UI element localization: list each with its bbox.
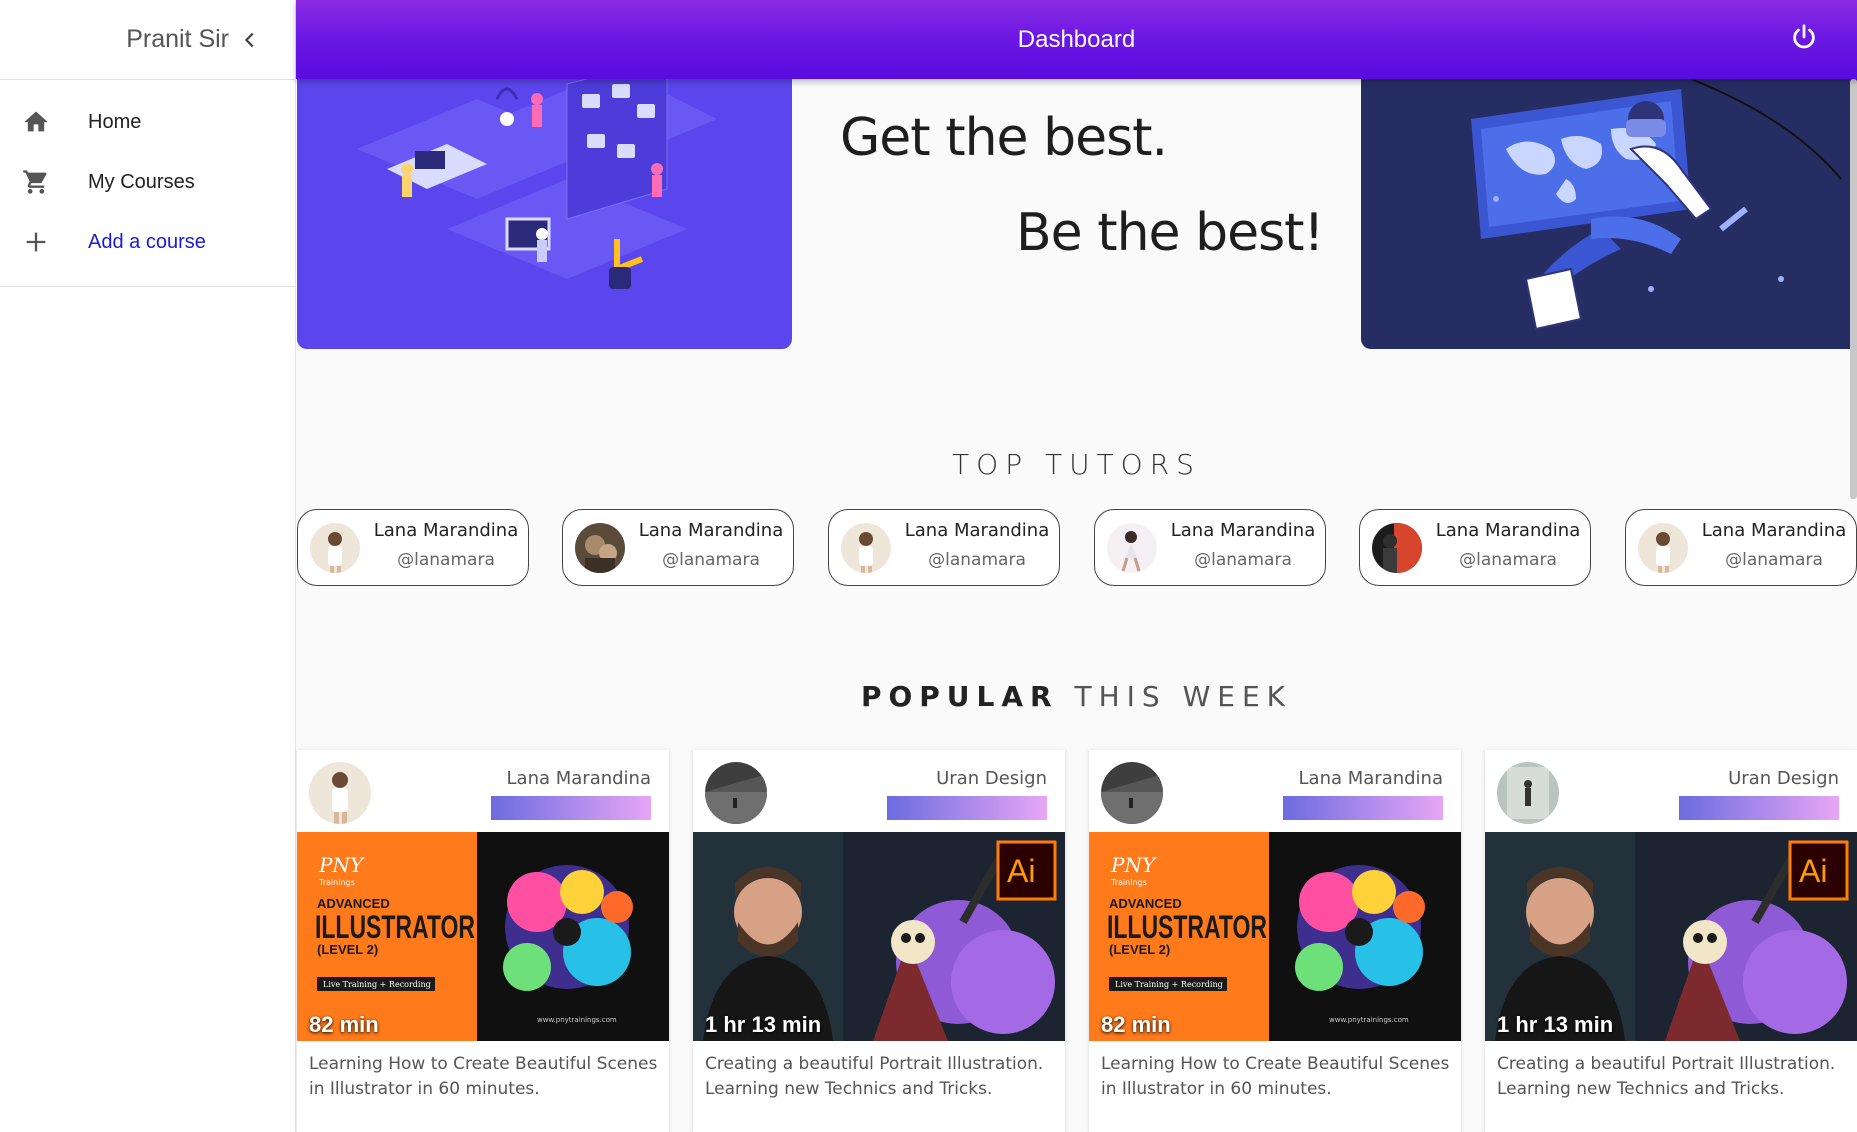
- brand-text: PNY: [1110, 853, 1157, 877]
- course-author: Lana Marandina: [506, 768, 651, 789]
- sidebar-item-label: Home: [88, 110, 142, 133]
- section-title-top-tutors: TOP TUTORS: [952, 448, 1201, 481]
- sidebar-item-label: My Courses: [88, 170, 195, 193]
- course-description: Creating a beautiful Portrait Illustrati…: [1497, 1054, 1836, 1099]
- section-title-popular: POPULAR THIS WEEK: [296, 680, 1857, 713]
- course-author: Uran Design: [936, 768, 1047, 789]
- tutor-card[interactable]: Lana Marandina @lanamara: [1625, 509, 1857, 586]
- tutor-name: Lana Marandina: [1435, 520, 1581, 541]
- avatar: [1101, 762, 1163, 824]
- course-duration: 1 hr 13 min: [1497, 1012, 1614, 1037]
- thumb-level: (LEVEL 2): [317, 942, 378, 957]
- ai-badge: Ai: [1007, 853, 1035, 889]
- course-card[interactable]: Uran Design Ai 1 hr 13 min Creating a be…: [1485, 750, 1857, 1132]
- course-thumbnail[interactable]: PNY Trainings ADVANCED ILLUSTRATOR (LEVE…: [297, 832, 669, 1041]
- tutor-card[interactable]: Lana Marandina @lanamara: [828, 509, 1060, 586]
- avatar: [841, 523, 891, 573]
- tutor-name: Lana Marandina: [373, 520, 519, 541]
- section-title-light: THIS WEEK: [1074, 680, 1293, 713]
- avatar: [309, 762, 371, 824]
- course-description: Creating a beautiful Portrait Illustrati…: [705, 1054, 1044, 1099]
- avatar: [1497, 762, 1559, 824]
- thumb-headline: ILLUSTRATOR: [315, 909, 475, 945]
- home-icon: [0, 108, 88, 136]
- rating-bar: [887, 796, 1047, 820]
- avatar: [310, 523, 360, 573]
- hero-headline-2: Be the best!: [1016, 203, 1324, 263]
- hero-illustration-right: [1361, 79, 1857, 349]
- course-description: Learning How to Create Beautiful Scenes …: [1101, 1054, 1450, 1099]
- tutor-handle: @lanamara: [1725, 550, 1823, 570]
- hero-illustration-left: [297, 79, 792, 349]
- course-card[interactable]: Lana Marandina PNY Trainings ADVANCED IL…: [1089, 750, 1461, 1132]
- thumb-site: www.pnytrainings.com: [537, 1016, 617, 1024]
- tutor-card[interactable]: Lana Marandina @lanamara: [1359, 509, 1591, 586]
- course-thumbnail[interactable]: Ai 1 hr 13 min: [1485, 832, 1857, 1041]
- brand-text: PNY: [318, 853, 365, 877]
- sidebar: Pranit Sir Home My Courses Add a course: [0, 0, 296, 1132]
- thumb-level: (LEVEL 2): [1109, 942, 1170, 957]
- hero-headline-1: Get the best.: [840, 108, 1168, 168]
- tutor-name: Lana Marandina: [638, 520, 784, 541]
- chevron-left-icon[interactable]: [239, 29, 261, 51]
- tutor-name: Lana Marandina: [904, 520, 1050, 541]
- thumb-site: www.pnytrainings.com: [1329, 1016, 1409, 1024]
- tutor-handle: @lanamara: [1459, 550, 1557, 570]
- course-author: Lana Marandina: [1298, 768, 1443, 789]
- sidebar-item-add-course[interactable]: Add a course: [0, 212, 295, 272]
- tutor-handle: @lanamara: [928, 550, 1026, 570]
- tutor-handle: @lanamara: [662, 550, 760, 570]
- user-name: Pranit Sir: [126, 25, 229, 53]
- course-thumbnail[interactable]: Ai 1 hr 13 min: [693, 832, 1065, 1041]
- avatar: [1372, 523, 1422, 573]
- avatar: [1107, 523, 1157, 573]
- course-description: Learning How to Create Beautiful Scenes …: [309, 1054, 658, 1099]
- sidebar-item-label: Add a course: [88, 230, 206, 253]
- rating-bar: [491, 796, 651, 820]
- tutor-name: Lana Marandina: [1701, 520, 1847, 541]
- vr-illustration: [1471, 79, 1842, 331]
- app-bar: Dashboard: [296, 0, 1857, 79]
- course-duration: 82 min: [1101, 1012, 1171, 1037]
- avatar: [1638, 523, 1688, 573]
- sidebar-nav: Home My Courses Add a course: [0, 80, 295, 287]
- plus-icon: [0, 228, 88, 256]
- brand-sub: Trainings: [1110, 878, 1147, 887]
- tutor-handle: @lanamara: [1194, 550, 1292, 570]
- rating-bar: [1283, 796, 1443, 820]
- tutor-card[interactable]: Lana Marandina @lanamara: [1094, 509, 1326, 586]
- course-duration: 82 min: [309, 1012, 379, 1037]
- ai-badge: Ai: [1799, 853, 1827, 889]
- isometric-illustration: [357, 79, 717, 289]
- course-duration: 1 hr 13 min: [705, 1012, 822, 1037]
- course-card[interactable]: Uran Design Ai 1 hr 13 min Creating a be…: [693, 750, 1065, 1132]
- course-card[interactable]: Lana Marandina PNY Trainings ADVANCED IL…: [297, 750, 669, 1132]
- sidebar-item-home[interactable]: Home: [0, 92, 295, 152]
- scrollbar[interactable]: [1850, 79, 1857, 499]
- avatar: [575, 523, 625, 573]
- cart-icon: [0, 168, 88, 196]
- tutor-card[interactable]: Lana Marandina @lanamara: [562, 509, 794, 586]
- power-icon[interactable]: [1789, 22, 1819, 52]
- page-title: Dashboard: [1017, 25, 1136, 53]
- sidebar-header: Pranit Sir: [0, 0, 295, 80]
- rating-bar: [1679, 796, 1839, 820]
- sidebar-item-my-courses[interactable]: My Courses: [0, 152, 295, 212]
- tutor-card[interactable]: Lana Marandina @lanamara: [297, 509, 529, 586]
- tutor-handle: @lanamara: [397, 550, 495, 570]
- section-title-bold: POPULAR: [860, 680, 1059, 713]
- course-thumbnail[interactable]: PNY Trainings ADVANCED ILLUSTRATOR (LEVE…: [1089, 832, 1461, 1041]
- course-author: Uran Design: [1728, 768, 1839, 789]
- brand-sub: Trainings: [318, 878, 355, 887]
- tutor-name: Lana Marandina: [1170, 520, 1316, 541]
- avatar: [705, 762, 767, 824]
- thumb-headline: ILLUSTRATOR: [1107, 909, 1267, 945]
- thumb-tag: Live Training + Recording: [1115, 980, 1223, 989]
- thumb-tag: Live Training + Recording: [323, 980, 431, 989]
